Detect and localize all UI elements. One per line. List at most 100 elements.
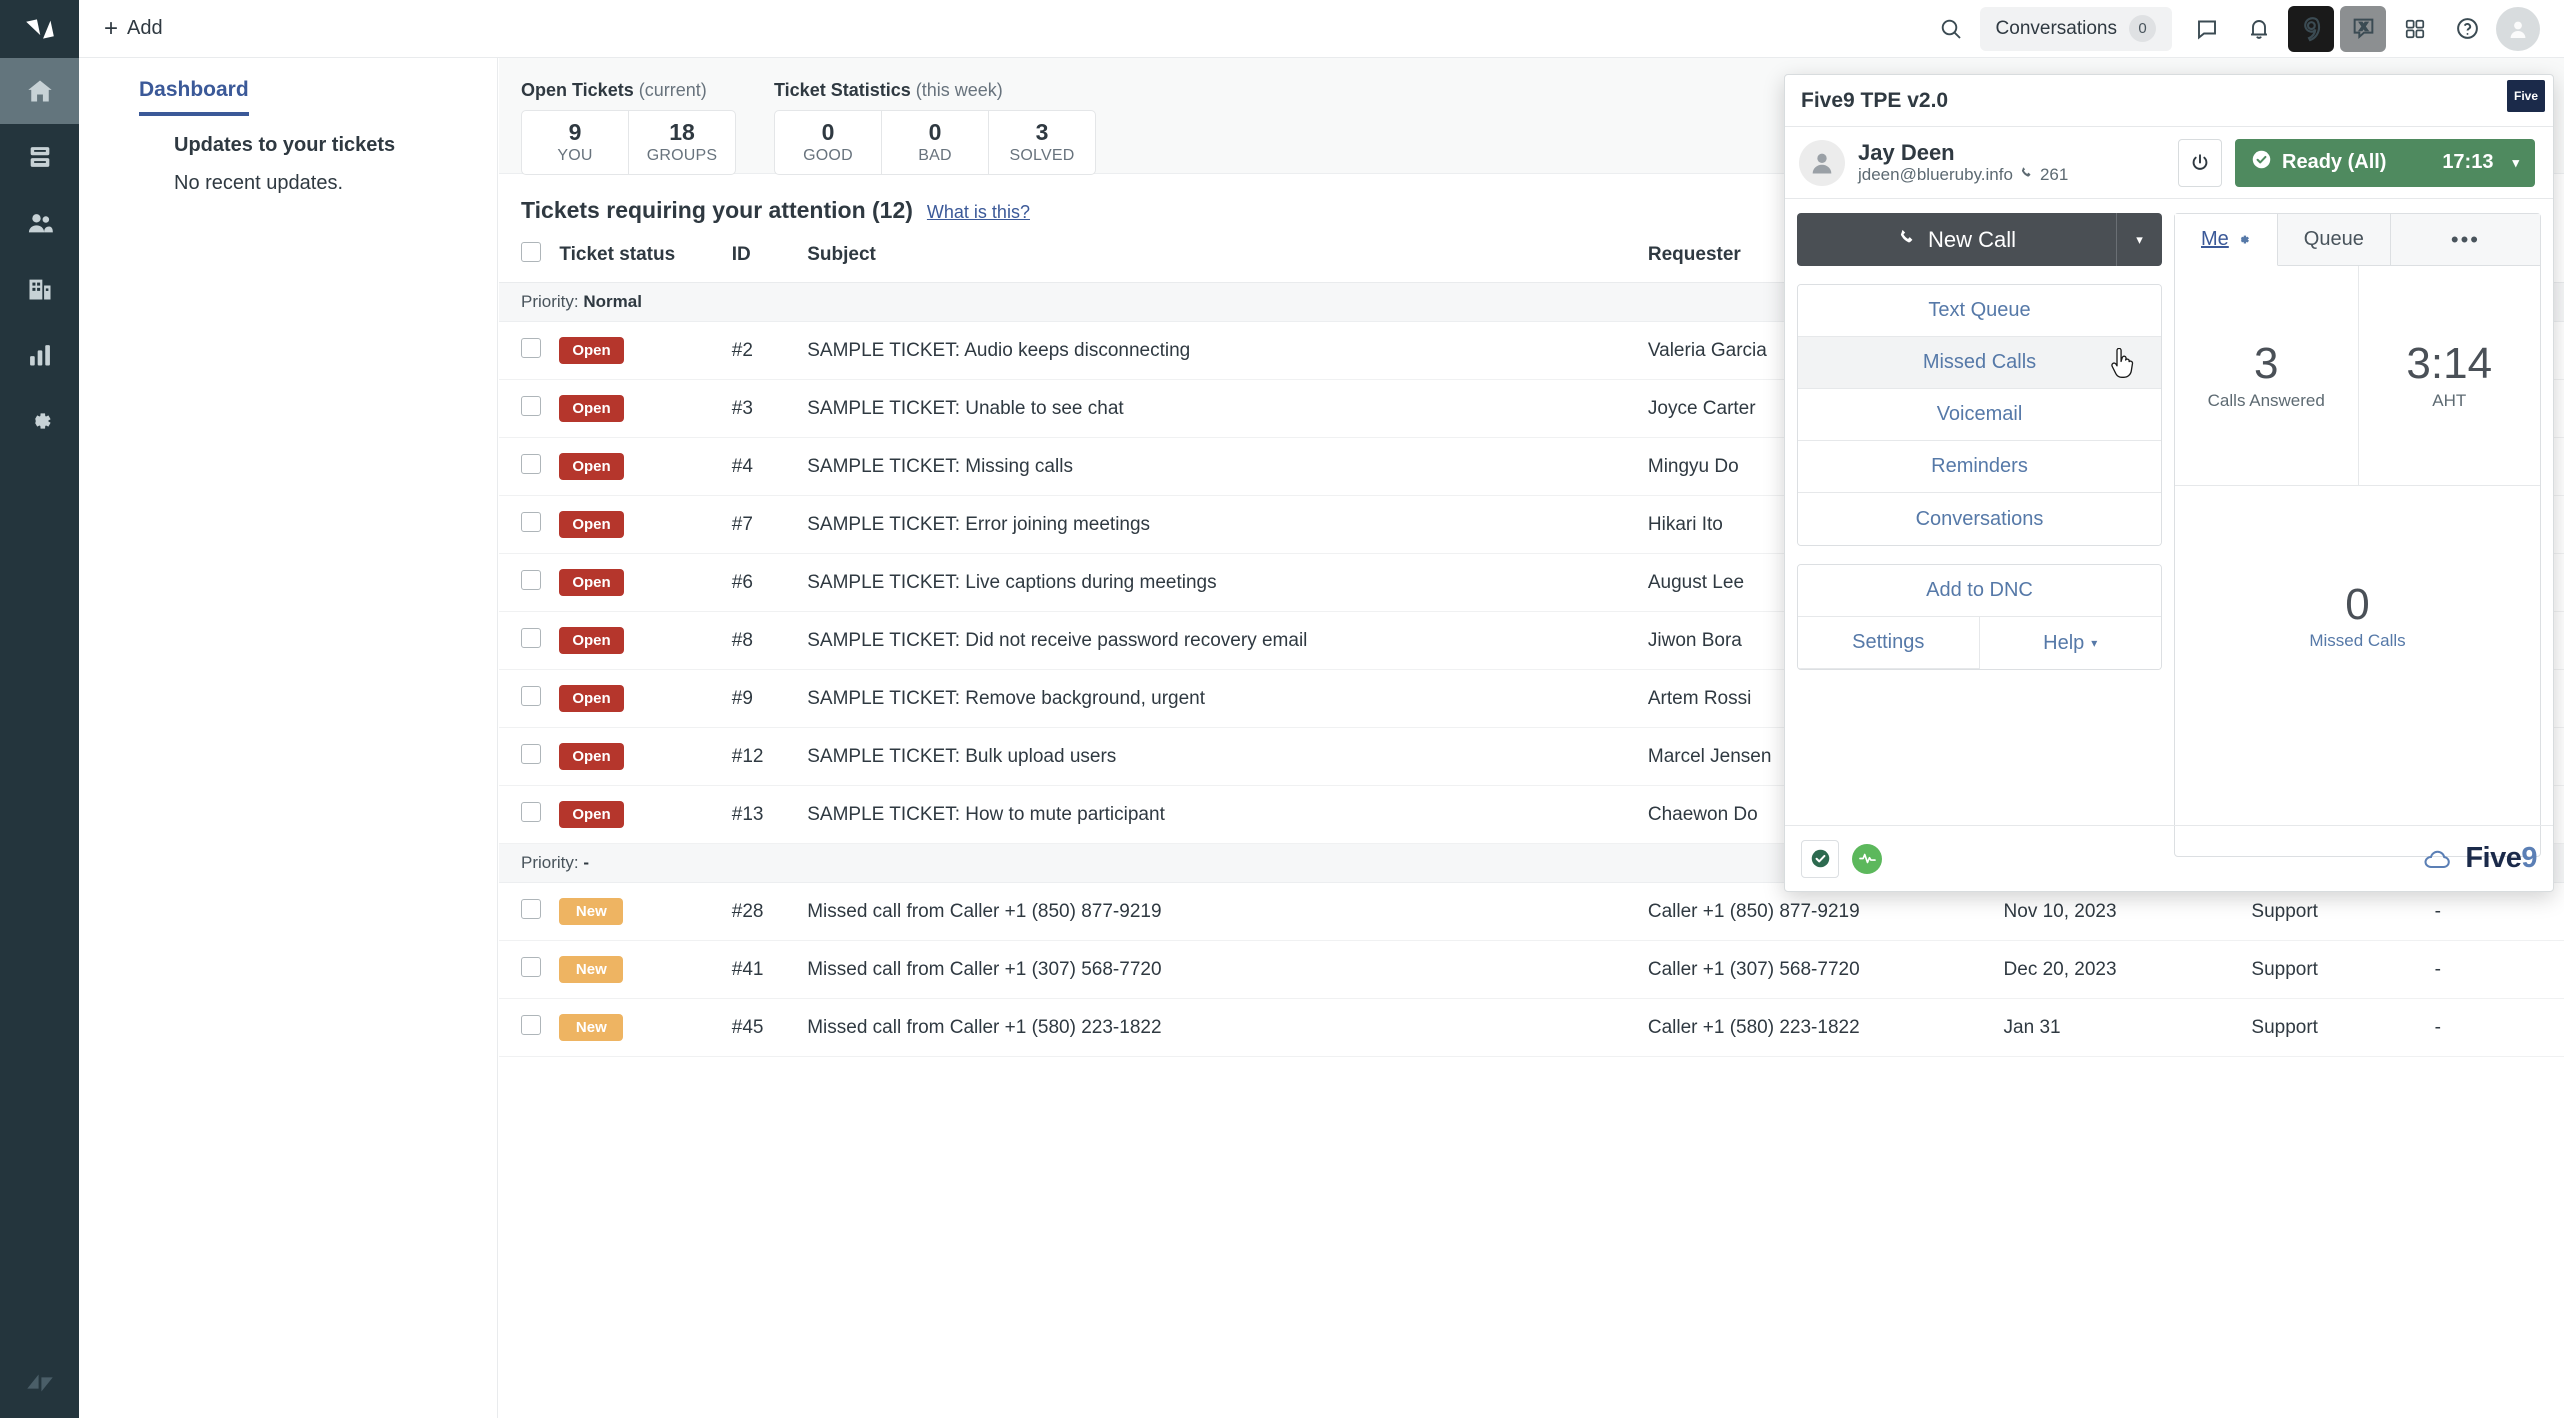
cell-id: #7: [731, 495, 808, 554]
status-badge[interactable]: Ready (All) 17:13 ▾: [2235, 138, 2535, 187]
cell-subject[interactable]: SAMPLE TICKET: How to mute participant: [807, 785, 1648, 844]
ticket-statistics-subtitle: (this week): [915, 80, 1003, 100]
table-row[interactable]: New #45 Missed call from Caller +1 (580) 2…: [499, 998, 2564, 1057]
conversations-button[interactable]: Conversations 0: [1979, 6, 2172, 51]
cell-subject[interactable]: SAMPLE TICKET: Error joining meetings: [807, 495, 1648, 554]
add-button[interactable]: + Add: [96, 11, 171, 47]
stat-tickets-good[interactable]: 0 GOOD: [774, 110, 882, 175]
status-badge: Open: [559, 395, 624, 422]
row-checkbox[interactable]: [521, 511, 541, 532]
what-is-this-link[interactable]: What is this?: [927, 202, 1030, 223]
kpi-missed-calls-label[interactable]: Missed Calls: [2309, 631, 2405, 651]
tab-me-label: Me: [2201, 228, 2229, 250]
chat-bubble-icon[interactable]: [2184, 6, 2230, 52]
tab-queue[interactable]: Queue: [2277, 214, 2391, 266]
row-checkbox[interactable]: [521, 395, 541, 416]
new-call-button[interactable]: New Call: [1797, 213, 2116, 266]
tab-more[interactable]: •••: [2390, 214, 2540, 266]
cell-status: Open: [559, 611, 732, 670]
cell-subject[interactable]: SAMPLE TICKET: Remove background, urgent: [807, 669, 1648, 728]
stat-tickets-bad[interactable]: 0 BAD: [881, 110, 989, 175]
cell-subject[interactable]: SAMPLE TICKET: Missing calls: [807, 437, 1648, 496]
row-checkbox-cell: [499, 437, 560, 496]
row-checkbox[interactable]: [521, 685, 541, 706]
header-ticket-status[interactable]: Ticket status: [559, 242, 732, 283]
sidebar-item-organizations[interactable]: [0, 256, 79, 322]
conversations-count-badge: 0: [2129, 15, 2156, 42]
reminders-button[interactable]: Reminders: [1798, 441, 2161, 493]
chevron-down-icon[interactable]: ▾: [2512, 155, 2519, 171]
select-all-checkbox[interactable]: [521, 242, 541, 262]
tab-dashboard[interactable]: Dashboard: [139, 78, 249, 116]
conversations-button[interactable]: Conversations: [1798, 493, 2161, 545]
row-checkbox[interactable]: [521, 569, 541, 590]
gear-icon[interactable]: [2236, 232, 2251, 247]
sidebar-item-views[interactable]: [0, 124, 79, 190]
row-checkbox[interactable]: [521, 1014, 541, 1035]
stat-open-groups[interactable]: 18 GROUPS: [628, 110, 736, 175]
ticket-statistics-boxes: 0 GOOD 0 BAD 3 SOLVED: [774, 110, 1096, 175]
sidebar-item-customers[interactable]: [0, 190, 79, 256]
add-to-dnc-button[interactable]: Add to DNC: [1798, 565, 2161, 617]
header-subject[interactable]: Subject: [807, 242, 1648, 283]
search-icon[interactable]: [1928, 6, 1974, 52]
cell-subject[interactable]: SAMPLE TICKET: Audio keeps disconnecting: [807, 321, 1648, 380]
row-checkbox[interactable]: [521, 898, 541, 919]
cell-status: Open: [559, 379, 732, 438]
cell-subject[interactable]: SAMPLE TICKET: Bulk upload users: [807, 727, 1648, 786]
row-checkbox[interactable]: [521, 801, 541, 822]
cell-subject[interactable]: Missed call from Caller +1 (850) 877-921…: [807, 882, 1648, 941]
sidebar-item-home[interactable]: [0, 58, 79, 124]
sidebar-item-zendesk-logo[interactable]: [0, 0, 79, 58]
row-checkbox[interactable]: [521, 453, 541, 474]
voicemail-button[interactable]: Voicemail: [1798, 389, 2161, 441]
row-checkbox[interactable]: [521, 337, 541, 358]
stat-tickets-solved[interactable]: 3 SOLVED: [988, 110, 1096, 175]
header-id[interactable]: ID: [731, 242, 808, 283]
cell-subject[interactable]: SAMPLE TICKET: Did not receive password …: [807, 611, 1648, 670]
connection-status-button[interactable]: [1801, 839, 1839, 878]
five9-logo-icon: Five: [2507, 80, 2545, 112]
heartbeat-icon[interactable]: [1852, 843, 1882, 874]
status-label: Ready (All): [2282, 151, 2387, 173]
row-checkbox-cell: [499, 882, 560, 941]
agent-email: jdeen@blueruby.info: [1858, 165, 2013, 185]
sidebar-item-admin[interactable]: [0, 388, 79, 454]
status-badge: Open: [559, 569, 624, 596]
cell-id: #8: [731, 611, 808, 670]
five9-panel-header: Five9 TPE v2.0 Five: [1785, 75, 2553, 127]
bell-icon[interactable]: [2236, 6, 2282, 52]
sidebar-item-reporting[interactable]: [0, 322, 79, 388]
tab-me[interactable]: Me: [2175, 214, 2278, 266]
cell-subject[interactable]: Missed call from Caller +1 (580) 223-182…: [807, 998, 1648, 1057]
row-checkbox-cell: [499, 611, 560, 670]
power-button[interactable]: [2178, 138, 2222, 187]
five9-secondary-buttons: Add to DNC Settings Help ▾: [1797, 564, 2162, 670]
x-app-icon[interactable]: [2340, 5, 2386, 52]
text-queue-button[interactable]: Text Queue: [1798, 285, 2161, 337]
cell-id: #12: [731, 727, 808, 786]
help-button[interactable]: Help ▾: [1979, 617, 2161, 669]
row-checkbox[interactable]: [521, 627, 541, 648]
five9-panel-footer: Five 9: [1785, 825, 2553, 891]
table-row[interactable]: New #41 Missed call from Caller +1 (307) 5…: [499, 940, 2564, 999]
apps-grid-icon[interactable]: [2392, 6, 2438, 52]
user-avatar[interactable]: [2496, 6, 2540, 51]
agent-extension: 261: [2039, 165, 2069, 185]
stat-open-you[interactable]: 9 YOU: [521, 110, 629, 175]
five9-app-icon[interactable]: [2288, 5, 2334, 52]
new-call-dropdown-toggle[interactable]: ▾: [2116, 213, 2162, 266]
open-tickets-boxes: 9 YOU 18 GROUPS: [521, 110, 736, 175]
settings-button[interactable]: Settings: [1798, 617, 1980, 669]
row-checkbox[interactable]: [521, 743, 541, 764]
ticket-statistics-group: Ticket Statistics (this week) 0 GOOD 0 BAD 3…: [774, 80, 1096, 175]
cell-subject[interactable]: Missed call from Caller +1 (307) 568-772…: [807, 940, 1648, 999]
cell-subject[interactable]: SAMPLE TICKET: Live captions during meet…: [807, 553, 1648, 612]
plus-icon: +: [104, 14, 119, 42]
missed-calls-button[interactable]: Missed Calls: [1798, 337, 2161, 389]
cell-subject[interactable]: SAMPLE TICKET: Unable to see chat: [807, 379, 1648, 438]
help-icon[interactable]: [2444, 6, 2490, 52]
five9-footer-logo-digit: 9: [2521, 842, 2537, 874]
cloud-icon: [2424, 850, 2451, 868]
row-checkbox[interactable]: [521, 956, 541, 977]
